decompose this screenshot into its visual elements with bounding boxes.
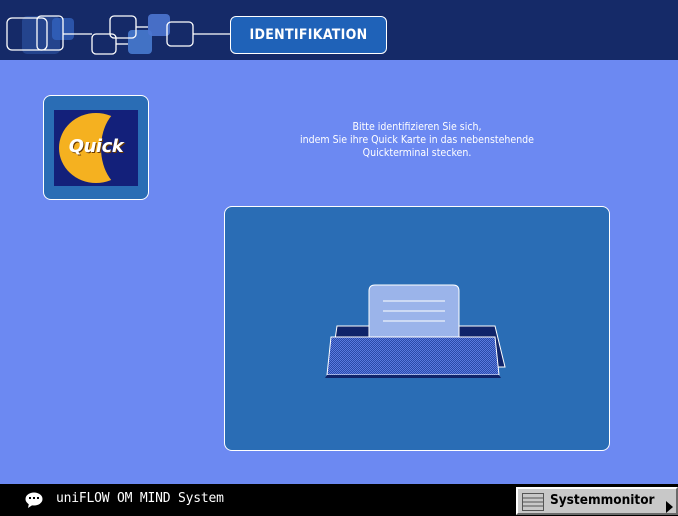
quick-logo-text: Quick xyxy=(68,136,124,157)
quick-logo-tile: Quick xyxy=(43,95,149,200)
system-monitor-label: Systemmonitor xyxy=(550,492,655,508)
instruction-line: Quickterminal stecken. xyxy=(362,147,472,159)
system-monitor-button[interactable]: Systemmonitor xyxy=(516,487,678,515)
instruction-text: Bitte identifizieren Sie sich, indem Sie… xyxy=(224,121,610,160)
arrow-right-icon xyxy=(666,501,673,513)
instruction-line: indem Sie ihre Quick Karte in das nebens… xyxy=(299,134,534,146)
connected-squares-icon xyxy=(6,14,232,55)
quick-logo-icon: Quick xyxy=(54,110,138,186)
monitor-lines-icon xyxy=(522,493,544,511)
main-content: Quick Bitte identifizieren Sie sich, ind… xyxy=(0,60,678,484)
chat-bubble-icon xyxy=(25,492,43,508)
card-terminal-icon xyxy=(325,284,506,378)
page-title: IDENTIFIKATION xyxy=(230,16,387,54)
terminal-panel xyxy=(224,206,610,451)
system-name: uniFLOW OM MIND System xyxy=(56,491,224,506)
instruction-line: Bitte identifizieren Sie sich, xyxy=(352,121,482,133)
header-bar: IDENTIFIKATION xyxy=(0,0,678,60)
status-bar: uniFLOW OM MIND System Systemmonitor xyxy=(0,484,678,516)
